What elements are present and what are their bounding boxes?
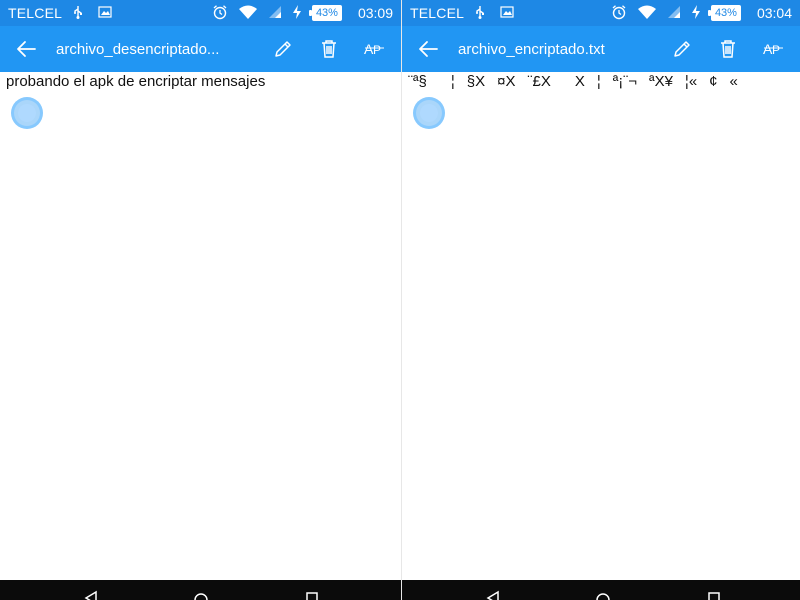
- navigation-bar: [0, 580, 401, 600]
- dual-screenshot: TELCEL 43% 03:09 archivo_desencriptado..…: [0, 0, 800, 600]
- file-content: probando el apk de encriptar mensajes: [6, 72, 395, 580]
- clock: 03:04: [756, 5, 792, 21]
- nav-home-icon[interactable]: [595, 585, 611, 600]
- file-title: archivo_encriptado.txt: [458, 40, 605, 58]
- file-text: ¨ª§¦§X¤X¨£XX¦ª¡¨¬ªX¥¦«¢«: [408, 73, 738, 90]
- wifi-icon: [637, 4, 657, 23]
- signal-icon: [667, 5, 681, 22]
- usb-icon: [72, 5, 84, 22]
- signal-icon: [268, 5, 282, 22]
- pencil-icon[interactable]: [269, 35, 297, 63]
- navigation-bar: [402, 580, 800, 600]
- status-bar: TELCEL: [402, 0, 800, 26]
- status-right-icons: 43% 03:09: [212, 4, 393, 23]
- wifi-icon: [238, 4, 258, 23]
- battery-indicator: 43%: [308, 5, 342, 21]
- nav-home-icon[interactable]: [193, 585, 209, 600]
- status-right-icons: 43% 03:04: [611, 4, 792, 23]
- trash-icon[interactable]: [315, 35, 343, 63]
- carrier-label: TELCEL: [8, 5, 63, 21]
- screen-encrypted: TELCEL 43% 03:04 archivo_encriptado.txt …: [402, 0, 800, 600]
- trash-icon[interactable]: [714, 35, 742, 63]
- touch-indicator: [413, 97, 445, 129]
- font-size-icon[interactable]: A P: [760, 35, 788, 63]
- arrow-back-icon[interactable]: [414, 35, 442, 63]
- charging-icon: [691, 4, 701, 22]
- svg-text:P: P: [772, 43, 780, 57]
- app-bar: archivo_desencriptado... A P: [0, 26, 401, 72]
- app-bar-actions: A P: [269, 35, 389, 63]
- image-icon: [98, 5, 112, 21]
- svg-text:P: P: [373, 43, 381, 57]
- nav-recents-icon[interactable]: [305, 585, 319, 600]
- file-content: ¨ª§¦§X¤X¨£XX¦ª¡¨¬ªX¥¦«¢«: [408, 72, 794, 580]
- usb-icon: [474, 5, 486, 22]
- nav-recents-icon[interactable]: [707, 585, 721, 600]
- app-bar-actions: A P: [668, 35, 788, 63]
- arrow-back-icon[interactable]: [12, 35, 40, 63]
- alarm-icon: [212, 4, 228, 23]
- font-size-icon[interactable]: A P: [361, 35, 389, 63]
- image-icon: [500, 5, 514, 21]
- screen-decrypted: TELCEL 43% 03:09 archivo_desencriptado..…: [0, 0, 402, 600]
- pencil-icon[interactable]: [668, 35, 696, 63]
- nav-back-icon[interactable]: [486, 585, 500, 600]
- battery-indicator: 43%: [707, 5, 741, 21]
- alarm-icon: [611, 4, 627, 23]
- nav-back-icon[interactable]: [84, 585, 98, 600]
- charging-icon: [292, 4, 302, 22]
- status-left-icons: [72, 5, 112, 22]
- status-left-icons: [474, 5, 514, 22]
- touch-indicator: [11, 97, 43, 129]
- file-text: probando el apk de encriptar mensajes: [6, 73, 266, 90]
- app-bar: archivo_encriptado.txt A P: [402, 26, 800, 72]
- clock: 03:09: [357, 5, 393, 21]
- file-title: archivo_desencriptado...: [56, 40, 220, 58]
- status-bar: TELCEL: [0, 0, 401, 26]
- carrier-label: TELCEL: [410, 5, 465, 21]
